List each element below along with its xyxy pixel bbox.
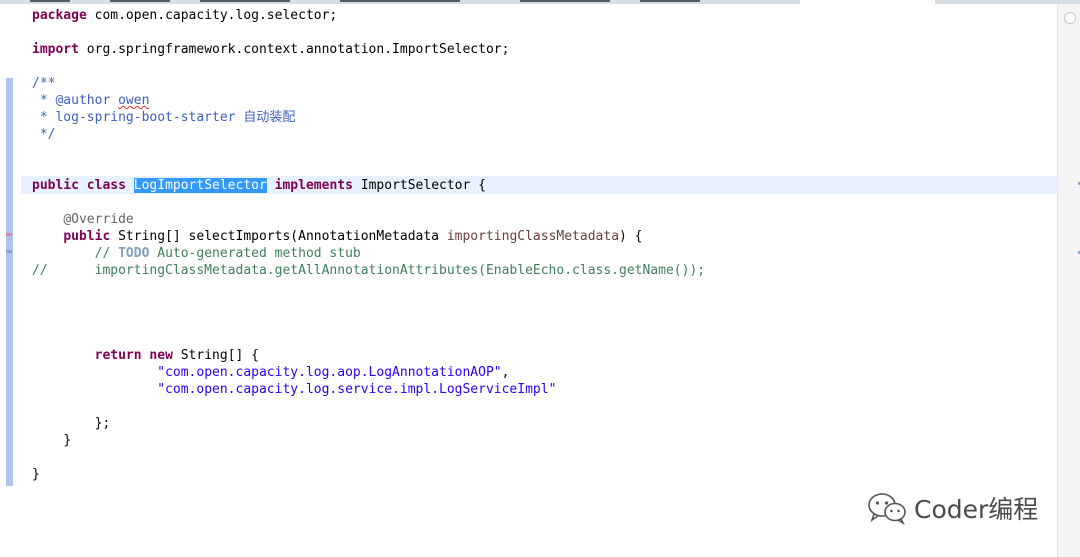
tab-bar-fragment — [30, 0, 70, 2]
keyword: new — [149, 348, 173, 363]
folding-ruler — [6, 78, 13, 486]
tab-bar-fragment — [520, 0, 610, 2]
scroll-up-icon[interactable] — [1064, 12, 1076, 24]
code-line-close-array: }; — [32, 415, 111, 432]
javadoc-author-line: * @author owen — [32, 92, 150, 109]
keyword: implements — [274, 178, 353, 193]
code-line-package: package com.open.capacity.log.selector; — [32, 7, 337, 24]
watermark-text: Coder编程 — [914, 495, 1039, 524]
code-line-return: return new String[] { — [32, 347, 259, 364]
todo-tag: TODO — [118, 246, 150, 261]
comment-prefix: // — [94, 246, 119, 261]
tab-bar-fragment — [200, 0, 290, 2]
code-line-close-method: } — [32, 432, 71, 449]
package-name: com.open.capacity.log.selector; — [86, 8, 338, 23]
code-editor[interactable]: package com.open.capacity.log.selector; … — [21, 4, 1057, 557]
string-literal: "com.open.capacity.log.aop.LogAnnotation… — [157, 365, 502, 380]
selected-class-name[interactable]: LogImportSelector — [133, 178, 267, 193]
import-name: org.springframework.context.annotation.I… — [78, 42, 510, 57]
keyword: public — [63, 229, 111, 244]
method-signature: String[] selectImports(AnnotationMetadat… — [110, 229, 447, 244]
code-line-commented: // importingClassMetadata.getAllAnnotati… — [32, 263, 706, 278]
task-marker-icon[interactable] — [6, 250, 12, 253]
code-line-close-class: } — [32, 466, 40, 483]
close-class-brace: } — [32, 467, 40, 482]
code-line-method-signature: public String[] selectImports(Annotation… — [32, 228, 643, 245]
close-array: }; — [94, 416, 111, 431]
author-name: owen — [118, 93, 150, 108]
keyword: package — [32, 8, 87, 23]
javadoc-close: */ — [32, 127, 56, 142]
code-line-class-declaration: public class LogImportSelector implement… — [32, 177, 486, 194]
code-line-import: import org.springframework.context.annot… — [32, 41, 509, 58]
method-signature-end: ) { — [619, 229, 643, 244]
keyword: return — [94, 348, 142, 363]
author-tag: * @author — [32, 93, 119, 108]
code-line-todo: // TODO Auto-generated method stub — [32, 245, 361, 262]
code-line-string-2: "com.open.capacity.log.service.impl.LogS… — [32, 381, 556, 398]
tab-bar-fragment — [110, 0, 170, 2]
code-line-override: @Override — [32, 211, 134, 228]
comma: , — [501, 365, 510, 380]
close-method-brace: } — [63, 433, 72, 448]
tab-bar-fragment — [640, 0, 700, 2]
return-type: String[] { — [172, 348, 259, 363]
tab-bar-fragment — [340, 0, 460, 2]
code-line-string-1: "com.open.capacity.log.aop.LogAnnotation… — [32, 364, 509, 381]
javadoc-open: /** — [32, 76, 56, 91]
vertical-scrollbar[interactable] — [1057, 4, 1080, 557]
method-parameter: importingClassMetadata — [446, 229, 620, 244]
override-marker-icon[interactable] — [6, 233, 12, 236]
keyword: public — [32, 178, 79, 193]
keyword: import — [32, 42, 79, 57]
javadoc-description: * log-spring-boot-starter 自动装配 — [32, 110, 296, 125]
keyword: class — [86, 178, 126, 193]
editor-gutter[interactable]: ⊕ — [0, 4, 27, 557]
wechat-icon — [868, 493, 906, 525]
interface-name: ImportSelector { — [352, 178, 486, 193]
string-literal: "com.open.capacity.log.service.impl.LogS… — [157, 382, 557, 397]
todo-text: Auto-generated method stub — [149, 246, 361, 261]
watermark: Coder编程 — [866, 490, 1038, 526]
override-annotation: @Override — [63, 212, 134, 227]
